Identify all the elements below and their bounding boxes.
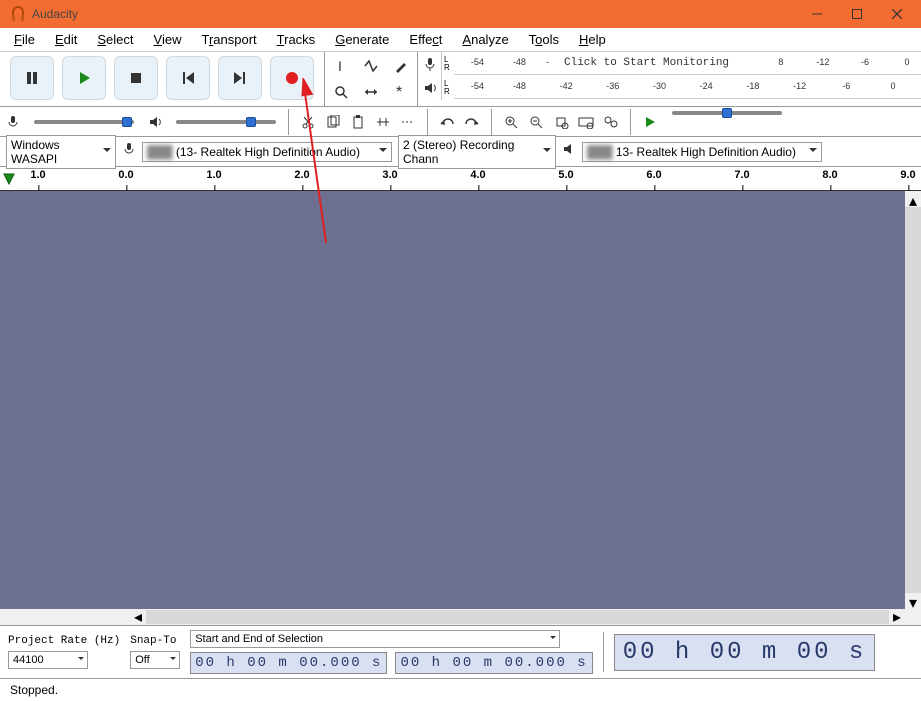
play-at-speed-toolbar <box>635 111 794 133</box>
undo-toolbar <box>432 111 487 133</box>
paste-button[interactable] <box>347 111 369 133</box>
pause-button[interactable] <box>10 56 54 100</box>
playback-volume-slider[interactable] <box>176 120 276 124</box>
copy-button[interactable] <box>322 111 344 133</box>
project-rate-select[interactable]: 44100 <box>8 651 88 669</box>
window-title: Audacity <box>32 7 797 21</box>
zoom-toolbar <box>496 111 626 133</box>
zoom-in-button[interactable] <box>500 111 522 133</box>
stop-button[interactable] <box>114 56 158 100</box>
record-button[interactable] <box>270 56 314 100</box>
menu-generate[interactable]: Generate <box>325 30 399 49</box>
skip-end-button[interactable] <box>218 56 262 100</box>
app-logo-icon <box>10 6 26 22</box>
horizontal-scrollbar: ◂ ▸ <box>0 609 921 625</box>
mic-icon[interactable] <box>418 52 442 76</box>
silence-button[interactable] <box>397 111 419 133</box>
recording-volume-slider[interactable] <box>34 120 134 124</box>
multi-tool[interactable]: * <box>387 80 415 104</box>
menu-select[interactable]: Select <box>87 30 143 49</box>
close-button[interactable] <box>877 0 917 28</box>
envelope-tool[interactable] <box>357 54 385 78</box>
edit-toolbar <box>293 111 423 133</box>
zoom-tool[interactable] <box>327 80 355 104</box>
menu-file[interactable]: File <box>4 30 45 49</box>
titlebar: Audacity <box>0 0 921 28</box>
maximize-button[interactable] <box>837 0 877 28</box>
audio-host-select[interactable]: Windows WASAPI <box>6 135 116 169</box>
menu-view[interactable]: View <box>144 30 192 49</box>
undo-button[interactable] <box>436 111 458 133</box>
toolbars: I * LR -54 -48 - Click to Start Monitori… <box>0 52 921 167</box>
recording-device-select[interactable]: ███ (13- Realtek High Definition Audio) <box>142 142 392 162</box>
selection-mode-select[interactable]: Start and End of Selection <box>190 630 560 648</box>
menu-effect[interactable]: Effect <box>399 30 452 49</box>
hscroll-left[interactable]: ◂ <box>130 609 146 625</box>
playback-meter[interactable]: -54 -48 -42 -36 -30 -24 -18 -12 -6 0 <box>454 77 921 99</box>
menu-tracks[interactable]: Tracks <box>267 30 326 49</box>
skip-start-button[interactable] <box>166 56 210 100</box>
menu-transport[interactable]: Transport <box>191 30 266 49</box>
menu-tools[interactable]: Tools <box>519 30 569 49</box>
transport-toolbar <box>0 52 324 106</box>
vscroll-up[interactable]: ▴ <box>905 191 921 207</box>
device-toolbar: Windows WASAPI ███ (13- Realtek High Def… <box>0 137 921 167</box>
speaker-icon[interactable] <box>418 76 442 100</box>
play-button[interactable] <box>62 56 106 100</box>
play-vol-speaker-icon <box>142 109 168 135</box>
snap-to-label: Snap-To <box>130 635 180 647</box>
tools-toolbar: I * <box>325 52 417 106</box>
recording-meter[interactable]: -54 -48 - Click to Start Monitoring 8 -1… <box>454 53 921 75</box>
track-area[interactable]: ▴ ▾ <box>0 191 921 609</box>
cut-button[interactable] <box>297 111 319 133</box>
status-text: Stopped. <box>10 683 58 697</box>
draw-tool[interactable] <box>387 54 415 78</box>
audio-position-time[interactable]: 00 h 00 m 00 s <box>614 634 876 671</box>
minimize-button[interactable] <box>797 0 837 28</box>
play-meter-channels: LR <box>442 78 454 98</box>
redo-button[interactable] <box>461 111 483 133</box>
timeshift-tool[interactable] <box>357 80 385 104</box>
play-at-speed-button[interactable] <box>639 111 661 133</box>
play-device-speaker-icon <box>562 142 576 161</box>
project-rate-label: Project Rate (Hz) <box>8 635 120 647</box>
selection-tool[interactable]: I <box>327 54 355 78</box>
rec-vol-mic-icon <box>0 109 26 135</box>
svg-text:*: * <box>396 85 402 99</box>
timeline-ruler[interactable]: 1.0 0.0 1.0 2.0 3.0 4.0 5.0 6.0 7.0 8.0 … <box>0 167 921 191</box>
play-head-marker[interactable] <box>0 167 18 190</box>
selection-toolbar: Project Rate (Hz) 44100 Snap-To Off Star… <box>0 625 921 678</box>
trim-button[interactable] <box>372 111 394 133</box>
playback-speed-slider[interactable] <box>672 111 782 115</box>
hscroll-right[interactable]: ▸ <box>889 609 905 625</box>
selection-start-time[interactable]: 00 h 00 m 00.000 s <box>190 652 387 674</box>
fit-project-button[interactable] <box>575 111 597 133</box>
recording-channels-select[interactable]: 2 (Stereo) Recording Chann <box>398 135 556 169</box>
menubar: File Edit Select View Transport Tracks G… <box>0 28 921 52</box>
rec-device-mic-icon <box>122 142 136 161</box>
zoom-toggle-button[interactable] <box>600 111 622 133</box>
menu-analyze[interactable]: Analyze <box>452 30 518 49</box>
statusbar: Stopped. <box>0 678 921 701</box>
playback-device-select[interactable]: ███ 13- Realtek High Definition Audio) <box>582 142 822 162</box>
menu-edit[interactable]: Edit <box>45 30 87 49</box>
rec-meter-channels: LR <box>442 54 454 74</box>
vscroll-down[interactable]: ▾ <box>905 593 921 609</box>
snap-to-select[interactable]: Off <box>130 651 180 669</box>
vscroll-track[interactable] <box>905 207 921 593</box>
fit-selection-button[interactable] <box>550 111 572 133</box>
selection-end-time[interactable]: 00 h 00 m 00.000 s <box>395 652 592 674</box>
svg-text:I: I <box>338 59 342 73</box>
mixer-edit-toolbar <box>0 107 921 137</box>
hscroll-track[interactable] <box>146 610 889 624</box>
menu-help[interactable]: Help <box>569 30 616 49</box>
zoom-out-button[interactable] <box>525 111 547 133</box>
